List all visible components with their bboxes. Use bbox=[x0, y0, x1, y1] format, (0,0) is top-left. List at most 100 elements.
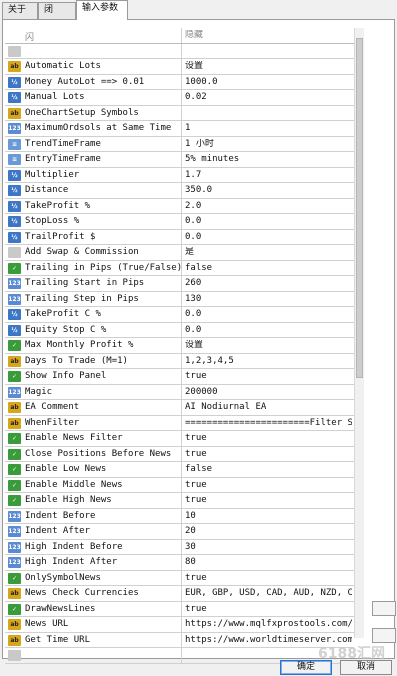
table-row[interactable]: ✓ Max Monthly Profit % 设置 bbox=[5, 338, 354, 354]
vertical-scrollbar[interactable] bbox=[354, 28, 364, 638]
param-name: Get Time URL bbox=[25, 634, 91, 645]
table-row[interactable]: ≡ EntryTimeFrame 5% minutes bbox=[5, 152, 354, 168]
tab-inputs[interactable]: 输入参数 bbox=[76, 0, 128, 20]
param-value[interactable]: true bbox=[185, 433, 352, 444]
scrollbar-thumb[interactable] bbox=[356, 38, 363, 378]
table-row[interactable]: ½ TrailProfit $ 0.0 bbox=[5, 229, 354, 245]
param-value[interactable]: true bbox=[185, 604, 352, 615]
table-row[interactable]: ✓ Trailing in Pips (True/False) false bbox=[5, 260, 354, 276]
param-value[interactable]: 1 小时 bbox=[185, 139, 352, 150]
save-button[interactable] bbox=[372, 628, 396, 643]
param-value[interactable]: 260 bbox=[185, 278, 352, 289]
table-row[interactable]: ½ Distance 350.0 bbox=[5, 183, 354, 199]
param-value[interactable]: 设置 bbox=[185, 340, 352, 351]
table-row[interactable]: 123 Indent Before 10 bbox=[5, 508, 354, 524]
param-name-cell: ✓ Max Monthly Profit % bbox=[5, 338, 182, 353]
param-value[interactable]: 设置 bbox=[185, 61, 352, 72]
column-header-value[interactable]: 隐藏 bbox=[185, 30, 352, 41]
param-name: TrailProfit $ bbox=[25, 231, 96, 242]
table-row[interactable]: ✓ DrawNewsLines true bbox=[5, 601, 354, 617]
table-row[interactable]: ½ Money AutoLot ==> 0.01 1000.0 bbox=[5, 74, 354, 90]
table-row[interactable]: ab OneChartSetup Symbols bbox=[5, 105, 354, 121]
param-name-cell: ½ Multiplier bbox=[5, 167, 182, 182]
table-row[interactable]: ✓ Enable Middle News true bbox=[5, 477, 354, 493]
param-value[interactable]: 10 bbox=[185, 511, 352, 522]
load-button[interactable] bbox=[372, 601, 396, 616]
param-value[interactable]: true bbox=[185, 480, 352, 491]
table-row[interactable]: ½ Equity Stop C % 0.0 bbox=[5, 322, 354, 338]
param-value[interactable]: false bbox=[185, 464, 352, 475]
param-value[interactable]: 1000.0 bbox=[185, 77, 352, 88]
table-row[interactable]: ½ StopLoss % 0.0 bbox=[5, 214, 354, 230]
table-row[interactable] bbox=[5, 43, 354, 59]
param-value[interactable]: =======================Filter Settings <… bbox=[185, 418, 352, 429]
param-value[interactable]: 1 bbox=[185, 123, 352, 134]
param-value[interactable]: 1.7 bbox=[185, 170, 352, 181]
ab-type-icon: ab bbox=[8, 417, 21, 429]
param-value[interactable]: 130 bbox=[185, 294, 352, 305]
bool-type-icon: ✓ bbox=[8, 495, 21, 506]
param-value[interactable]: true bbox=[185, 449, 352, 460]
table-row[interactable]: 123 Trailing Start in Pips 260 bbox=[5, 276, 354, 292]
table-row[interactable]: ≡ TrendTimeFrame 1 小时 bbox=[5, 136, 354, 152]
table-row[interactable]: 123 High Indent After 80 bbox=[5, 555, 354, 571]
param-name-cell: ✓ Enable Middle News bbox=[5, 477, 182, 492]
param-value[interactable]: 80 bbox=[185, 557, 352, 568]
column-header-name[interactable]: 闪 bbox=[5, 28, 182, 43]
param-name: Trailing in Pips (True/False) bbox=[25, 262, 182, 273]
table-row[interactable]: ✓ Show Info Panel true bbox=[5, 369, 354, 385]
param-value[interactable]: EUR, GBP, USD, CAD, AUD, NZD, CHF bbox=[185, 588, 352, 599]
param-value[interactable]: 2.0 bbox=[185, 201, 352, 212]
table-row[interactable]: ab EA Comment AI Nodiurnal EA bbox=[5, 400, 354, 416]
table-row[interactable]: ab Automatic Lots 设置 bbox=[5, 59, 354, 75]
table-row[interactable]: ½ TakeProfit % 2.0 bbox=[5, 198, 354, 214]
param-value[interactable]: 0.02 bbox=[185, 92, 352, 103]
param-value[interactable]: true bbox=[185, 495, 352, 506]
table-row[interactable]: 123 High Indent Before 30 bbox=[5, 539, 354, 555]
param-value[interactable]: 350.0 bbox=[185, 185, 352, 196]
param-value[interactable]: 0.0 bbox=[185, 325, 352, 336]
param-value[interactable]: 是 bbox=[185, 247, 352, 258]
table-row[interactable]: ✓ Close Positions Before News true bbox=[5, 446, 354, 462]
param-name-cell: ≡ EntryTimeFrame bbox=[5, 152, 182, 167]
table-row[interactable]: ✓ OnlySymbolNews true bbox=[5, 570, 354, 586]
param-name-cell bbox=[5, 648, 182, 663]
table-row[interactable]: ✓ Enable Low News false bbox=[5, 462, 354, 478]
param-value[interactable]: 0.0 bbox=[185, 232, 352, 243]
table-row[interactable]: Add Swap & Commission 是 bbox=[5, 245, 354, 261]
param-value[interactable]: 0.0 bbox=[185, 216, 352, 227]
param-value[interactable]: 5% minutes bbox=[185, 154, 352, 165]
param-value[interactable]: true bbox=[185, 573, 352, 584]
table-row[interactable]: ab Days To Trade (M=1) 1,2,3,4,5 bbox=[5, 353, 354, 369]
table-row[interactable]: 123 Trailing Step in Pips 130 bbox=[5, 291, 354, 307]
param-name-cell: 123 High Indent After bbox=[5, 555, 182, 570]
table-row[interactable]: ✓ Enable High News true bbox=[5, 493, 354, 509]
table-row[interactable]: 123 Magic 200000 bbox=[5, 384, 354, 400]
tab-common[interactable]: 闭 bbox=[38, 2, 76, 19]
parameters-table: 闪 隐藏 ab Automatic Lots 设置 ½ Money AutoLot ==… bbox=[5, 28, 354, 664]
param-value[interactable]: AI Nodiurnal EA bbox=[185, 402, 352, 413]
param-value[interactable]: false bbox=[185, 263, 352, 274]
watermark: 6188汇网 bbox=[318, 646, 385, 662]
table-row[interactable]: 123 MaximumOrdsols at Same Time 1 bbox=[5, 121, 354, 137]
param-value[interactable]: https://www.mqlfxprostools.com/ bbox=[185, 619, 352, 630]
param-value[interactable]: 200000 bbox=[185, 387, 352, 398]
param-value[interactable]: true bbox=[185, 371, 352, 382]
table-row[interactable]: ab WhenFilter =======================Filte… bbox=[5, 415, 354, 431]
table-row[interactable]: ab News URL https://www.mqlfxprostools.com… bbox=[5, 617, 354, 633]
table-row[interactable]: ab News Check Currencies EUR, GBP, USD, CA… bbox=[5, 586, 354, 602]
table-row[interactable]: ✓ Enable News Filter true bbox=[5, 431, 354, 447]
param-name-cell: ½ Equity Stop C % bbox=[5, 322, 182, 337]
table-row[interactable]: ½ Manual Lots 0.02 bbox=[5, 90, 354, 106]
table-row[interactable]: ½ TakeProfit C % 0.0 bbox=[5, 307, 354, 323]
param-name-cell bbox=[5, 43, 182, 58]
tab-about[interactable]: 关于 bbox=[2, 2, 38, 19]
param-value[interactable]: 30 bbox=[185, 542, 352, 553]
param-name-cell: ab Days To Trade (M=1) bbox=[5, 353, 182, 368]
param-value[interactable]: 1,2,3,4,5 bbox=[185, 356, 352, 367]
table-row[interactable]: ab Get Time URL https://www.worldtimeserve… bbox=[5, 632, 354, 648]
table-row[interactable]: 123 Indent After 20 bbox=[5, 524, 354, 540]
table-row[interactable]: ½ Multiplier 1.7 bbox=[5, 167, 354, 183]
param-value[interactable]: 0.0 bbox=[185, 309, 352, 320]
param-value[interactable]: 20 bbox=[185, 526, 352, 537]
